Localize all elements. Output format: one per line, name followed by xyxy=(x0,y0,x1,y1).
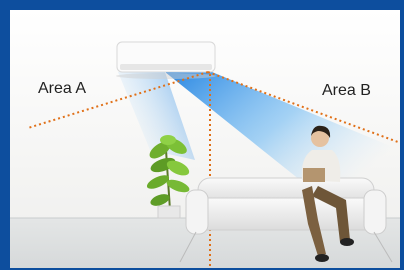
frame-left xyxy=(0,0,10,270)
frame-top xyxy=(0,0,404,10)
scene-canvas xyxy=(0,0,404,270)
area-a-label: Area A xyxy=(38,80,87,97)
area-b-label: Area B xyxy=(322,82,371,99)
frame-right xyxy=(400,0,404,270)
airflow-illustration: Area A Area B xyxy=(0,0,404,270)
